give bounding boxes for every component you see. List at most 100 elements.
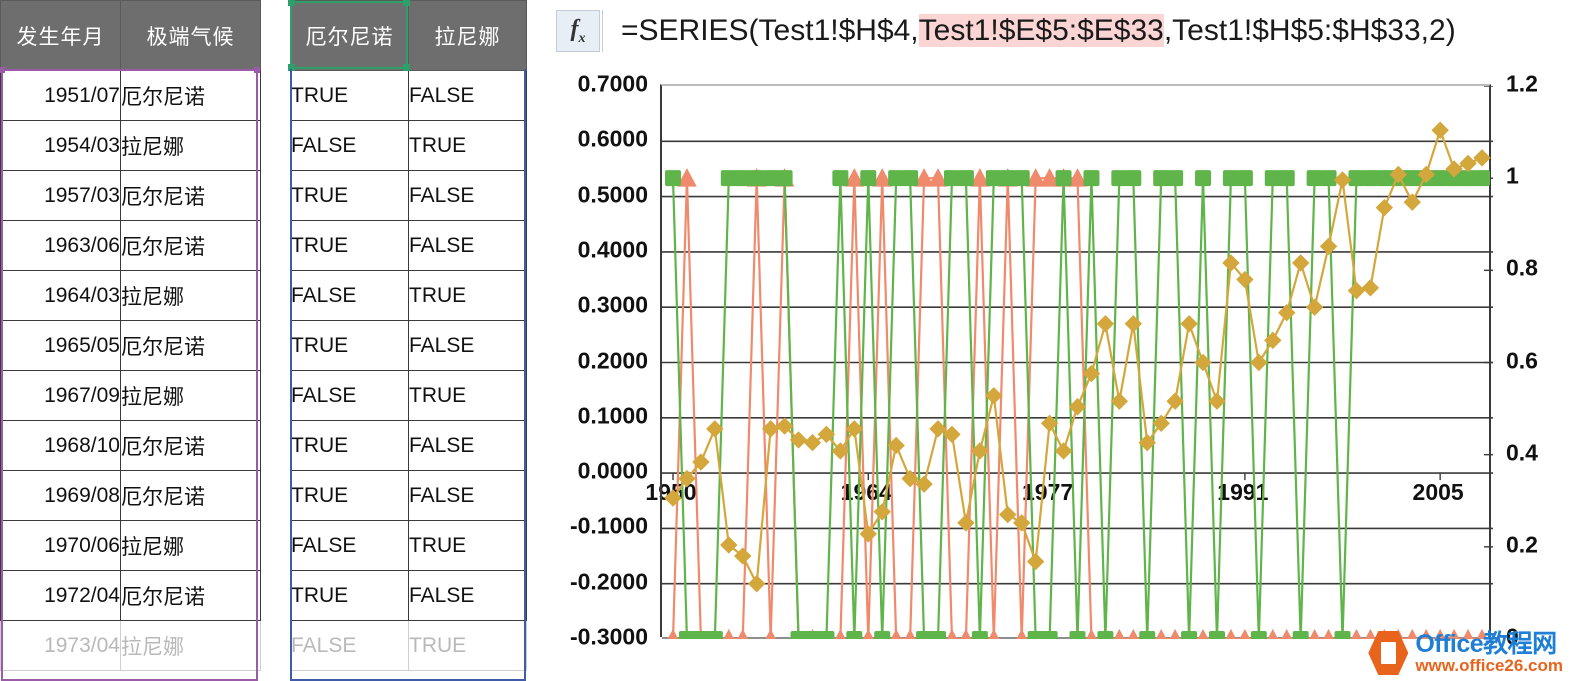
y-axis-tick-label: 0.3000 xyxy=(577,291,648,318)
cell-climate[interactable]: 拉尼娜 xyxy=(120,270,261,321)
cell-date[interactable]: 1964/03 xyxy=(0,270,121,321)
table-row[interactable]: FALSE TRUE xyxy=(290,120,527,171)
table-row[interactable]: 1965/05 厄尔尼诺 xyxy=(0,320,261,371)
cell-lanina[interactable]: TRUE xyxy=(408,370,527,421)
y-axis-tick-label: -0.1000 xyxy=(569,512,648,539)
table-row[interactable]: 1963/06 厄尔尼诺 xyxy=(0,220,261,271)
table-row[interactable]: TRUE FALSE xyxy=(290,220,527,271)
cell-lanina[interactable]: FALSE xyxy=(408,420,527,471)
cell-elnino[interactable]: FALSE xyxy=(290,520,409,571)
cell-elnino[interactable]: TRUE xyxy=(290,70,409,121)
cell-climate[interactable]: 厄尔尼诺 xyxy=(120,220,261,271)
cell-lanina[interactable]: TRUE xyxy=(408,620,527,671)
cell-lanina[interactable]: FALSE xyxy=(408,320,527,371)
cell-date[interactable]: 1972/04 xyxy=(0,570,121,621)
table-row[interactable]: FALSE TRUE xyxy=(290,370,527,421)
formula-input[interactable]: =SERIES(Test1!$H$4,Test1!$E$5:$E$33,Test… xyxy=(621,14,1456,48)
y-axis-tick-label: 0.7000 xyxy=(577,70,648,97)
cell-date[interactable]: 1968/10 xyxy=(0,420,121,471)
chart-container[interactable]: 0.7000 0.6000 0.5000 0.4000 0.3000 0.2000 0.10… xyxy=(528,62,1571,681)
table-row[interactable]: 1970/06 拉尼娜 xyxy=(0,520,261,571)
cell-climate[interactable]: 厄尔尼诺 xyxy=(120,570,261,621)
cell-lanina[interactable]: TRUE xyxy=(408,270,527,321)
cell-date[interactable]: 1970/06 xyxy=(0,520,121,571)
boolean-flags-table[interactable]: 厄尔尼诺 拉尼娜 TRUE FALSE FALSE TRUE TRUE FALSE TRUE… xyxy=(290,0,527,671)
cell-elnino[interactable]: FALSE xyxy=(290,270,409,321)
cell-elnino[interactable]: FALSE xyxy=(290,120,409,171)
cell-lanina[interactable]: FALSE xyxy=(408,470,527,521)
cell-date[interactable]: 1963/06 xyxy=(0,220,121,271)
cell-elnino[interactable]: TRUE xyxy=(290,470,409,521)
table-row[interactable]: 1969/08 厄尔尼诺 xyxy=(0,470,261,521)
watermark: Office教程网 www.office26.com xyxy=(1368,631,1563,675)
table-row[interactable]: TRUE FALSE xyxy=(290,70,527,121)
secondary-y-axis-tick-label: 0.4 xyxy=(1506,439,1538,466)
table-row[interactable]: TRUE FALSE xyxy=(290,170,527,221)
cell-lanina[interactable]: TRUE xyxy=(408,120,527,171)
watermark-text: Office教程网 www.office26.com xyxy=(1415,631,1563,675)
formula-suffix: ,Test1!$H$5:$H$33,2) xyxy=(1163,14,1456,47)
table-row[interactable]: TRUE FALSE xyxy=(290,420,527,471)
secondary-y-axis-tick-label: 1 xyxy=(1506,162,1519,189)
cell-elnino[interactable]: TRUE xyxy=(290,570,409,621)
table-row[interactable]: TRUE FALSE xyxy=(290,570,527,621)
cell-date[interactable]: 1957/03 xyxy=(0,170,121,221)
cell-climate[interactable]: 拉尼娜 xyxy=(120,520,261,571)
fx-glyph: fx xyxy=(570,15,586,46)
cell-date[interactable]: 1967/09 xyxy=(0,370,121,421)
y-axis-tick-label: 0.4000 xyxy=(577,236,648,263)
cell-climate[interactable]: 厄尔尼诺 xyxy=(120,470,261,521)
column-header-elnino[interactable]: 厄尔尼诺 xyxy=(290,0,409,71)
cell-elnino[interactable]: TRUE xyxy=(290,420,409,471)
cell-climate[interactable]: 厄尔尼诺 xyxy=(120,170,261,221)
cell-lanina[interactable]: FALSE xyxy=(408,170,527,221)
climate-events-table[interactable]: 发生年月 极端气候 1951/07 厄尔尼诺 1954/03 拉尼娜 1957/03 厄尔… xyxy=(0,0,261,671)
table-row[interactable]: TRUE FALSE xyxy=(290,470,527,521)
table-row[interactable]: FALSE TRUE xyxy=(290,270,527,321)
table-row[interactable]: 1957/03 厄尔尼诺 xyxy=(0,170,261,221)
fx-icon[interactable]: fx xyxy=(556,10,600,52)
cell-climate[interactable]: 拉尼娜 xyxy=(120,120,261,171)
cell-date[interactable]: 1969/08 xyxy=(0,470,121,521)
cell-elnino[interactable]: TRUE xyxy=(290,220,409,271)
plot-area[interactable] xyxy=(660,84,1493,639)
table-row[interactable]: 1954/03 拉尼娜 xyxy=(0,120,261,171)
formula-highlighted-range[interactable]: Test1!$E$5:$E$33 xyxy=(918,14,1164,47)
cell-lanina[interactable]: FALSE xyxy=(408,70,527,121)
cell-climate[interactable]: 厄尔尼诺 xyxy=(120,420,261,471)
cell-climate[interactable]: 厄尔尼诺 xyxy=(120,70,261,121)
cell-date[interactable]: 1973/04 xyxy=(0,620,121,671)
cell-climate[interactable]: 拉尼娜 xyxy=(120,620,261,671)
cell-climate[interactable]: 厄尔尼诺 xyxy=(120,320,261,371)
table-row[interactable]: FALSE TRUE xyxy=(290,620,527,671)
spreadsheet-pane[interactable]: 发生年月 极端气候 1951/07 厄尔尼诺 1954/03 拉尼娜 1957/03 厄尔… xyxy=(0,0,527,681)
formula-bar[interactable]: fx =SERIES(Test1!$H$4,Test1!$E$5:$E$33,T… xyxy=(540,0,1571,62)
table-row[interactable]: 1972/04 厄尔尼诺 xyxy=(0,570,261,621)
cell-lanina[interactable]: FALSE xyxy=(408,570,527,621)
secondary-y-axis-tick-label: 0.6 xyxy=(1506,347,1538,373)
cell-elnino[interactable]: TRUE xyxy=(290,320,409,371)
cell-elnino[interactable]: FALSE xyxy=(290,370,409,421)
table-row[interactable]: 1968/10 厄尔尼诺 xyxy=(0,420,261,471)
table-row[interactable]: 1967/09 拉尼娜 xyxy=(0,370,261,421)
cell-lanina[interactable]: FALSE xyxy=(408,220,527,271)
cell-elnino[interactable]: TRUE xyxy=(290,170,409,221)
column-header-climate[interactable]: 极端气候 xyxy=(120,0,261,71)
cell-date[interactable]: 1954/03 xyxy=(0,120,121,171)
table-row[interactable]: 1964/03 拉尼娜 xyxy=(0,270,261,321)
table-row[interactable]: TRUE FALSE xyxy=(290,320,527,371)
cell-date[interactable]: 1951/07 xyxy=(0,70,121,121)
cell-lanina[interactable]: TRUE xyxy=(408,520,527,571)
column-header-lanina[interactable]: 拉尼娜 xyxy=(408,0,527,71)
table-row[interactable]: 1951/07 厄尔尼诺 xyxy=(0,70,261,121)
cell-elnino[interactable]: FALSE xyxy=(290,620,409,671)
cell-climate[interactable]: 拉尼娜 xyxy=(120,370,261,421)
y-axis-tick-label: -0.2000 xyxy=(569,568,648,595)
cell-date[interactable]: 1965/05 xyxy=(0,320,121,371)
chart-svg xyxy=(662,86,1493,639)
table-body: 1951/07 厄尔尼诺 1954/03 拉尼娜 1957/03 厄尔尼诺 1963/06 厄… xyxy=(0,70,261,671)
table-header-row: 发生年月 极端气候 xyxy=(0,0,261,71)
table-row[interactable]: FALSE TRUE xyxy=(290,520,527,571)
table-row[interactable]: 1973/04 拉尼娜 xyxy=(0,620,261,671)
column-header-date[interactable]: 发生年月 xyxy=(0,0,121,71)
